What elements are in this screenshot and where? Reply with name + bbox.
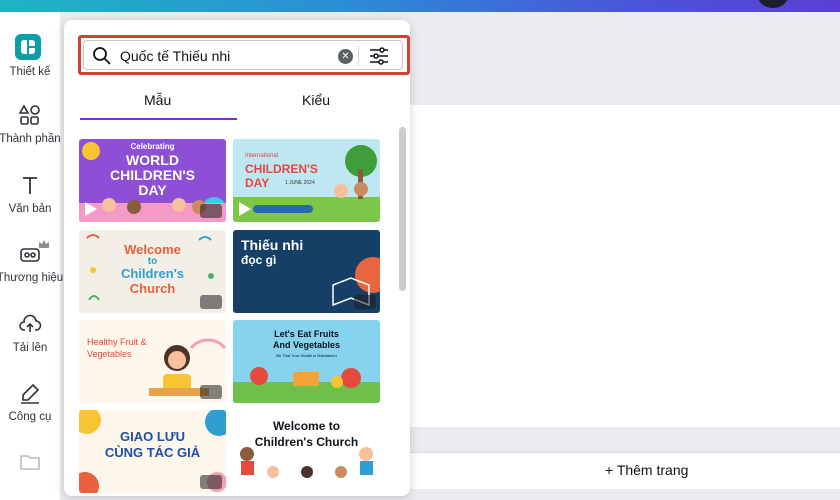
template-line: 1 JUNE 2024 bbox=[285, 180, 315, 186]
template-thumbnail[interactable]: Thiếu nhi đọc gì bbox=[233, 230, 380, 313]
sidebar-item-label: Thương hiệu bbox=[0, 272, 64, 284]
crown-icon bbox=[354, 295, 376, 309]
play-icon bbox=[85, 202, 97, 216]
template-line: đọc gì bbox=[241, 253, 277, 267]
template-thumbnail[interactable]: GIAO LƯU CÙNG TÁC GIẢ bbox=[79, 410, 226, 493]
template-thumbnail[interactable]: Welcome to Children's Church bbox=[233, 410, 380, 493]
template-line: Welcome to bbox=[272, 419, 341, 433]
sidebar-item-elements[interactable]: Thành phần bbox=[0, 103, 61, 165]
sidebar-item-folder[interactable] bbox=[0, 450, 60, 500]
divider bbox=[358, 46, 359, 66]
play-icon bbox=[239, 202, 251, 216]
sidebar-item-label: Thiết kế bbox=[9, 66, 51, 78]
crown-icon bbox=[200, 204, 222, 218]
template-line: Welcome bbox=[124, 242, 181, 257]
filter-icon[interactable] bbox=[368, 46, 390, 66]
add-page-button[interactable]: + Thêm trang bbox=[605, 462, 688, 478]
search-input[interactable]: Quốc tế Thiếu nhi ✕ bbox=[83, 40, 403, 70]
sidebar-item-label: Công cụ bbox=[8, 411, 52, 423]
sidebar-item-design[interactable]: Thiết kế bbox=[0, 34, 60, 96]
canva-logo-icon bbox=[15, 34, 41, 60]
sidebar-item-label: Thành phần bbox=[0, 133, 61, 145]
clear-icon[interactable]: ✕ bbox=[338, 49, 353, 64]
template-thumbnail[interactable]: Let's Eat Fruits And Vegetables Be That … bbox=[233, 320, 380, 403]
page-bar: + Thêm trang bbox=[410, 452, 840, 489]
template-line: CHILDREN'S bbox=[245, 162, 318, 176]
template-line: DAY bbox=[138, 182, 167, 198]
template-line: Celebrating bbox=[130, 142, 175, 151]
tab-styles[interactable]: Kiểu bbox=[302, 92, 330, 108]
sidebar-item-label: Tải lên bbox=[12, 342, 48, 354]
template-thumbnail[interactable]: Welcome to Children's Church bbox=[79, 230, 226, 313]
template-line: Let's Eat Fruits bbox=[274, 329, 339, 339]
template-thumbnail[interactable]: International CHILDREN'S DAY 1 JUNE 2024 bbox=[233, 139, 380, 222]
search-value: Quốc tế Thiếu nhi bbox=[120, 48, 231, 64]
text-icon bbox=[18, 173, 42, 197]
templates-panel: Quốc tế Thiếu nhi ✕ Mẫu Kiểu Celebrating… bbox=[64, 20, 410, 496]
sidebar-item-brand[interactable]: Thương hiệu bbox=[0, 240, 63, 304]
search-highlight: Quốc tế Thiếu nhi ✕ bbox=[78, 35, 410, 75]
top-bar bbox=[0, 0, 840, 12]
template-thumbnail[interactable]: Healthy Fruit & Vegetables bbox=[79, 320, 226, 403]
draw-icon bbox=[18, 381, 42, 405]
template-line: CÙNG TÁC GIẢ bbox=[104, 445, 201, 460]
sidebar-item-text[interactable]: Văn bản bbox=[0, 173, 60, 235]
folder-icon bbox=[18, 450, 42, 474]
template-line: Healthy Fruit & bbox=[87, 337, 147, 347]
scrollbar[interactable] bbox=[399, 127, 406, 291]
template-line: Children's Church bbox=[254, 435, 359, 449]
template-line: And Vegetables bbox=[272, 340, 341, 350]
shapes-icon bbox=[18, 103, 42, 127]
template-line: Children's bbox=[120, 266, 185, 281]
sidebar-item-upload[interactable]: Tải lên bbox=[0, 312, 60, 374]
template-line: CHILDREN'S bbox=[110, 167, 195, 183]
template-thumbnail[interactable]: Celebrating WORLD CHILDREN'S DAY bbox=[79, 139, 226, 222]
crown-icon bbox=[200, 295, 222, 309]
brand-icon bbox=[18, 242, 42, 266]
design-canvas[interactable] bbox=[410, 105, 840, 427]
template-line: WORLD bbox=[126, 152, 179, 168]
tab-templates[interactable]: Mẫu bbox=[144, 92, 171, 108]
active-tab-indicator bbox=[80, 118, 237, 120]
sidebar-item-label: Văn bản bbox=[8, 203, 52, 215]
template-line: International bbox=[245, 153, 279, 159]
template-line: GIAO LƯU bbox=[120, 429, 185, 444]
template-line: Church bbox=[129, 281, 176, 296]
left-sidebar: Thiết kế Thành phần Văn bản Thương hiệu … bbox=[0, 12, 63, 500]
search-icon bbox=[92, 46, 112, 66]
crown-icon bbox=[200, 475, 222, 489]
template-line: Be That Your Health is Maintained bbox=[276, 353, 337, 358]
sidebar-item-tools[interactable]: Công cụ bbox=[0, 381, 60, 443]
template-line: DAY bbox=[245, 176, 270, 190]
template-line: Thiếu nhi bbox=[241, 237, 304, 253]
upload-icon bbox=[18, 312, 42, 336]
template-line: Vegetables bbox=[87, 349, 132, 359]
crown-icon bbox=[200, 385, 222, 399]
